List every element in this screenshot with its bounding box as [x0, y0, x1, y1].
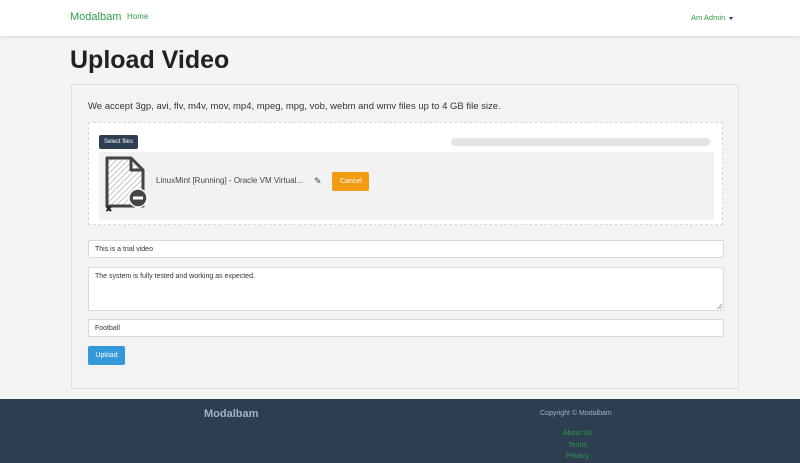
nav-home-link[interactable]: Home — [127, 12, 148, 21]
file-list-item: ✖ LinuxMint [Running] - Oracle VM Virtua… — [99, 152, 714, 220]
footer: Modalbam Copyright © Modalbam About Us T… — [0, 399, 800, 463]
brand-link[interactable]: Modalbam — [70, 11, 121, 23]
file-upload-dropzone[interactable]: Select files ✖ LinuxMint [Running] - Ora… — [88, 122, 723, 225]
pencil-icon[interactable]: ✎ — [314, 176, 322, 187]
footer-link-about[interactable]: About Us — [563, 430, 592, 437]
user-name: Am Admin — [691, 13, 726, 22]
accepted-formats-text: We accept 3gp, avi, flv, m4v, mov, mp4, … — [88, 101, 501, 112]
file-name: LinuxMint [Running] - Oracle VM Virtual.… — [156, 176, 304, 185]
upload-button[interactable]: Upload — [88, 346, 125, 365]
upload-panel: We accept 3gp, avi, flv, m4v, mov, mp4, … — [71, 84, 739, 389]
video-title-input[interactable]: This is a trial video — [88, 240, 724, 258]
file-placeholder-icon — [105, 156, 148, 208]
resize-handle-icon[interactable] — [717, 304, 722, 309]
page-title: Upload Video — [70, 46, 230, 74]
remove-file-icon[interactable]: ✖ — [105, 204, 113, 215]
upload-progress-bar — [451, 138, 710, 146]
description-text: The system is fully tested and working a… — [95, 273, 255, 280]
copyright-text: Copyright © Modalbam — [540, 410, 612, 417]
caret-down-icon — [729, 16, 734, 20]
navbar: Modalbam Home Am Admin — [0, 0, 800, 36]
video-tags-input[interactable]: Football — [88, 319, 724, 337]
select-files-button[interactable]: Select files — [99, 135, 139, 149]
footer-link-privacy[interactable]: Privacy — [566, 453, 589, 460]
video-description-textarea[interactable]: The system is fully tested and working a… — [88, 267, 724, 311]
footer-brand: Modalbam — [204, 408, 259, 420]
cancel-upload-button[interactable]: Cancel — [332, 172, 369, 191]
user-menu-dropdown[interactable]: Am Admin — [691, 13, 734, 22]
footer-link-terms[interactable]: Terms — [568, 442, 587, 449]
